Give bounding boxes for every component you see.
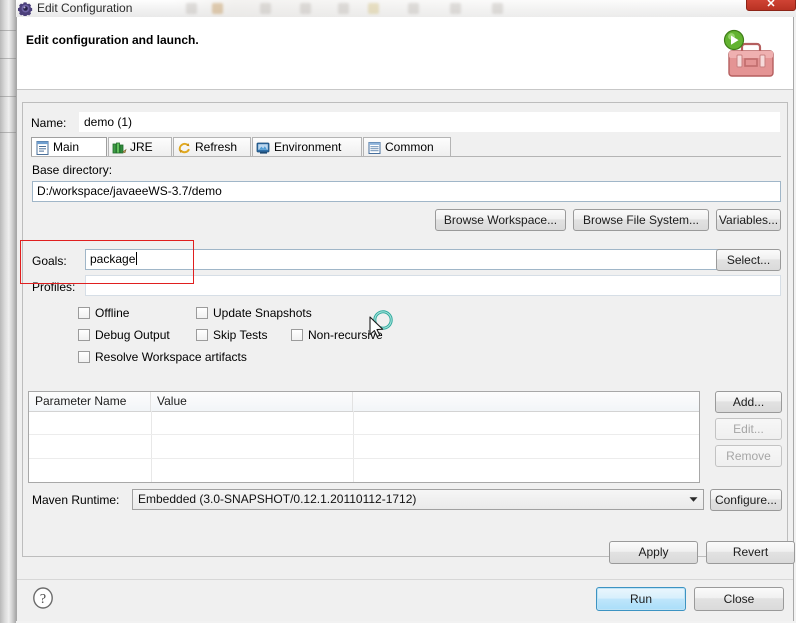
base-directory-input[interactable]: D:/workspace/javaeeWS-3.7/demo	[32, 181, 781, 202]
tab-common-label: Common	[385, 140, 434, 154]
checkbox-update-snapshots[interactable]: Update Snapshots	[196, 306, 312, 320]
document-icon	[36, 141, 49, 155]
name-label: Name:	[31, 116, 67, 130]
profiles-input[interactable]	[85, 275, 781, 296]
profiles-label: Profiles:	[32, 280, 76, 294]
tab-jre-label: JRE	[130, 140, 153, 154]
configuration-panel: Name: demo (1) Main JRE Refresh Environm…	[22, 102, 788, 557]
checkbox-resolve-workspace-artifacts-box[interactable]	[78, 351, 90, 363]
goals-label: Goals:	[32, 254, 67, 268]
checkbox-debug-output-box[interactable]	[78, 329, 90, 341]
checkbox-skip-tests-label: Skip Tests	[213, 328, 268, 342]
dialog-footer: ? Run Close	[17, 579, 793, 621]
desktop-background-strip	[0, 0, 16, 623]
checkbox-offline-box[interactable]	[78, 307, 90, 319]
tab-strip-underline	[31, 156, 781, 157]
dialog-content: Name: demo (1) Main JRE Refresh Environm…	[17, 90, 795, 579]
column-header-value[interactable]: Value	[151, 392, 353, 411]
add-parameter-button[interactable]: Add...	[715, 391, 782, 413]
page-title: Edit configuration and launch.	[26, 33, 199, 47]
maven-runtime-combo[interactable]: Embedded (3.0-SNAPSHOT/0.12.1.20110112-1…	[132, 489, 704, 510]
gear-icon	[18, 2, 33, 16]
tab-refresh[interactable]: Refresh	[173, 137, 251, 157]
configure-runtime-button[interactable]: Configure...	[710, 489, 782, 511]
tab-main[interactable]: Main	[31, 137, 107, 157]
environment-icon	[256, 142, 270, 154]
close-icon: ✕	[766, 0, 776, 10]
tab-environment-label: Environment	[274, 140, 342, 154]
common-list-icon	[368, 142, 381, 154]
parameters-table-header: Parameter Name Value	[29, 392, 699, 412]
ghost-toolbar-icon-4	[300, 3, 311, 14]
ghost-toolbar-icon-7	[408, 3, 419, 14]
browse-workspace-button[interactable]: Browse Workspace...	[435, 209, 566, 231]
configuration-name-input[interactable]: demo (1)	[79, 112, 780, 132]
remove-parameter-button: Remove	[715, 445, 782, 467]
maven-runtime-value: Embedded (3.0-SNAPSHOT/0.12.1.20110112-1…	[138, 492, 417, 506]
checkbox-skip-tests[interactable]: Skip Tests	[196, 328, 267, 342]
window-close-button[interactable]: ✕	[746, 0, 796, 11]
application-window: Edit Configuration ✕ Edit configuration …	[0, 0, 796, 623]
checkbox-offline-label: Offline	[95, 306, 130, 320]
ghost-toolbar-icon-8	[450, 3, 461, 14]
window-title: Edit Configuration	[37, 1, 133, 15]
dialog-header: Edit configuration and launch.	[17, 17, 793, 90]
ghost-toolbar-icon-1	[186, 3, 197, 14]
table-row[interactable]	[29, 411, 699, 434]
apply-button[interactable]: Apply	[609, 541, 698, 564]
goals-select-button[interactable]: Select...	[716, 249, 781, 271]
refresh-icon	[178, 142, 190, 154]
maven-runtime-label: Maven Runtime:	[32, 493, 120, 507]
parameters-table[interactable]: Parameter Name Value	[28, 391, 700, 483]
checkbox-update-snapshots-box[interactable]	[196, 307, 208, 319]
table-row[interactable]	[29, 459, 699, 482]
books-icon	[112, 142, 127, 154]
checkbox-skip-tests-box[interactable]	[196, 329, 208, 341]
tab-main-label: Main	[53, 140, 80, 154]
ghost-toolbar-icon-2	[212, 3, 223, 14]
ghost-toolbar-icon-6	[368, 3, 379, 14]
tab-jre[interactable]: JRE	[108, 137, 172, 157]
tab-environment[interactable]: Environment	[252, 137, 362, 157]
busy-pointer-cursor	[369, 310, 393, 338]
checkbox-non-recursive-box[interactable]	[291, 329, 303, 341]
base-directory-label: Base directory:	[32, 163, 113, 177]
text-caret	[136, 252, 138, 265]
ghost-toolbar-icon-9	[492, 3, 503, 14]
checkbox-debug-output[interactable]: Debug Output	[78, 328, 170, 342]
edit-configuration-dialog: Edit configuration and launch. Name: dem…	[16, 17, 795, 621]
checkbox-offline[interactable]: Offline	[78, 306, 129, 320]
goals-input-text: package	[90, 252, 136, 266]
close-button[interactable]: Close	[694, 587, 784, 611]
ghost-toolbar-icon-3	[260, 3, 271, 14]
goals-input[interactable]: package	[85, 249, 726, 270]
edit-parameter-button: Edit...	[715, 418, 782, 440]
revert-button[interactable]: Revert	[706, 541, 795, 564]
chevron-down-icon[interactable]	[685, 491, 702, 508]
svg-text:?: ?	[40, 592, 46, 607]
tab-bar: Main JRE Refresh Environment Common	[31, 137, 781, 157]
column-header-parameter-name[interactable]: Parameter Name	[29, 392, 151, 411]
checkbox-update-snapshots-label: Update Snapshots	[213, 306, 312, 320]
ghost-toolbar-icon-5	[338, 3, 349, 14]
tab-common[interactable]: Common	[363, 137, 451, 157]
question-mark-icon[interactable]: ?	[32, 587, 54, 609]
checkbox-resolve-workspace-artifacts-label: Resolve Workspace artifacts	[95, 350, 247, 364]
column-header-filler	[353, 392, 699, 411]
maven-launch-toolbox-icon	[723, 29, 774, 77]
title-bar-blur-overlay	[16, 0, 796, 17]
table-row[interactable]	[29, 435, 699, 458]
run-button[interactable]: Run	[596, 587, 686, 611]
checkbox-resolve-workspace-artifacts[interactable]: Resolve Workspace artifacts	[78, 350, 247, 364]
variables-button[interactable]: Variables...	[716, 209, 781, 231]
checkbox-debug-output-label: Debug Output	[95, 328, 170, 342]
browse-file-system-button[interactable]: Browse File System...	[573, 209, 709, 231]
title-bar: Edit Configuration ✕	[16, 0, 796, 17]
tab-refresh-label: Refresh	[195, 140, 238, 154]
